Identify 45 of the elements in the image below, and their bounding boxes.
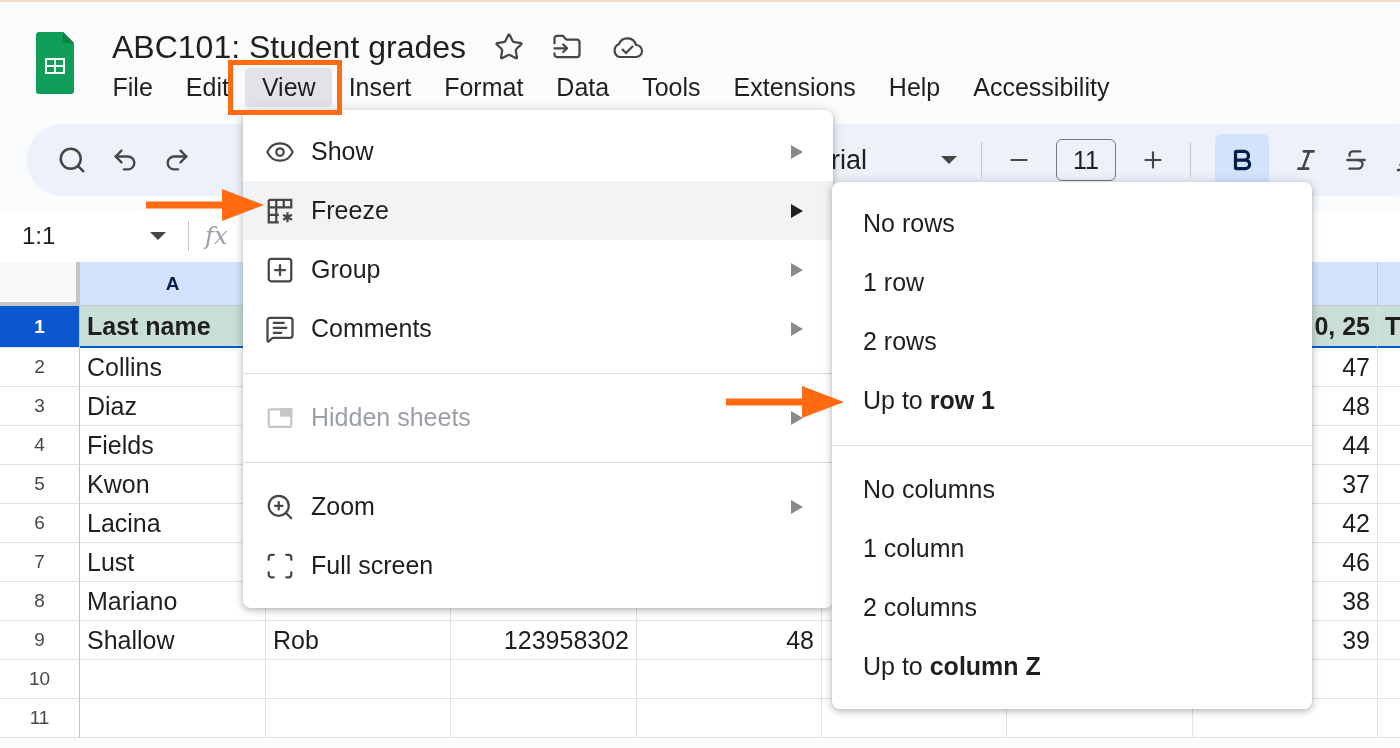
row-header[interactable]: 3 [0, 387, 80, 426]
menu-bar-item[interactable]: Extensions [717, 68, 873, 107]
row-header[interactable]: 9 [0, 621, 80, 660]
submenu-arrow-icon [791, 262, 803, 277]
table-cell: 123958302 [451, 621, 637, 660]
row-header[interactable]: 1 [0, 306, 80, 348]
row-header[interactable]: 7 [0, 543, 80, 582]
caret-icon[interactable] [150, 232, 166, 240]
menu-bar-item[interactable]: File [96, 68, 170, 107]
menu-item[interactable]: Freeze [243, 181, 833, 240]
row-header[interactable]: 2 [0, 348, 80, 387]
menu-item[interactable]: Show [243, 122, 833, 181]
menu-bar-item[interactable]: Accessibility [956, 68, 1126, 107]
table-cell: Rob [266, 621, 451, 660]
caret-icon[interactable] [941, 156, 957, 164]
row-header[interactable]: 6 [0, 504, 80, 543]
spreadsheet-logo [36, 32, 74, 94]
submenu-arrow-icon [791, 499, 803, 514]
table-cell: Shallow [80, 621, 266, 660]
submenu-arrow-icon [791, 203, 803, 218]
function-label: fx [205, 222, 228, 250]
menu-bar-item[interactable]: Edit [169, 68, 246, 107]
menu-bar-item[interactable]: View [245, 68, 333, 107]
menu-bar-item[interactable]: Format [427, 68, 540, 107]
menu-bar-item[interactable]: Insert [332, 68, 428, 107]
table-cell: 48 [637, 621, 822, 660]
row-header[interactable]: 11 [0, 699, 80, 738]
strikethrough-icon[interactable] [1343, 147, 1369, 173]
document-title[interactable]: ABC101: Student grades [112, 28, 466, 66]
menu-bar-item[interactable]: Tools [625, 68, 718, 107]
table-cell: T [1378, 306, 1400, 348]
submenu-arrow-icon [791, 321, 803, 336]
row-header[interactable]: 10 [0, 660, 80, 699]
cloud-check-icon[interactable] [610, 34, 644, 60]
menu-item[interactable]: No rows [832, 194, 1312, 253]
search-icon[interactable] [57, 145, 87, 175]
menu-bar-item[interactable]: Data [539, 68, 626, 107]
menu-bar-item[interactable]: Help [872, 68, 957, 107]
row-header[interactable]: 5 [0, 465, 80, 504]
font-size-field[interactable]: 11 [1056, 139, 1116, 181]
row-header[interactable]: 4 [0, 426, 80, 465]
row-header[interactable]: 8 [0, 582, 80, 621]
star-icon[interactable] [494, 32, 524, 62]
name-box[interactable]: 1:1 [22, 222, 150, 250]
submenu-arrow-icon [791, 144, 803, 159]
